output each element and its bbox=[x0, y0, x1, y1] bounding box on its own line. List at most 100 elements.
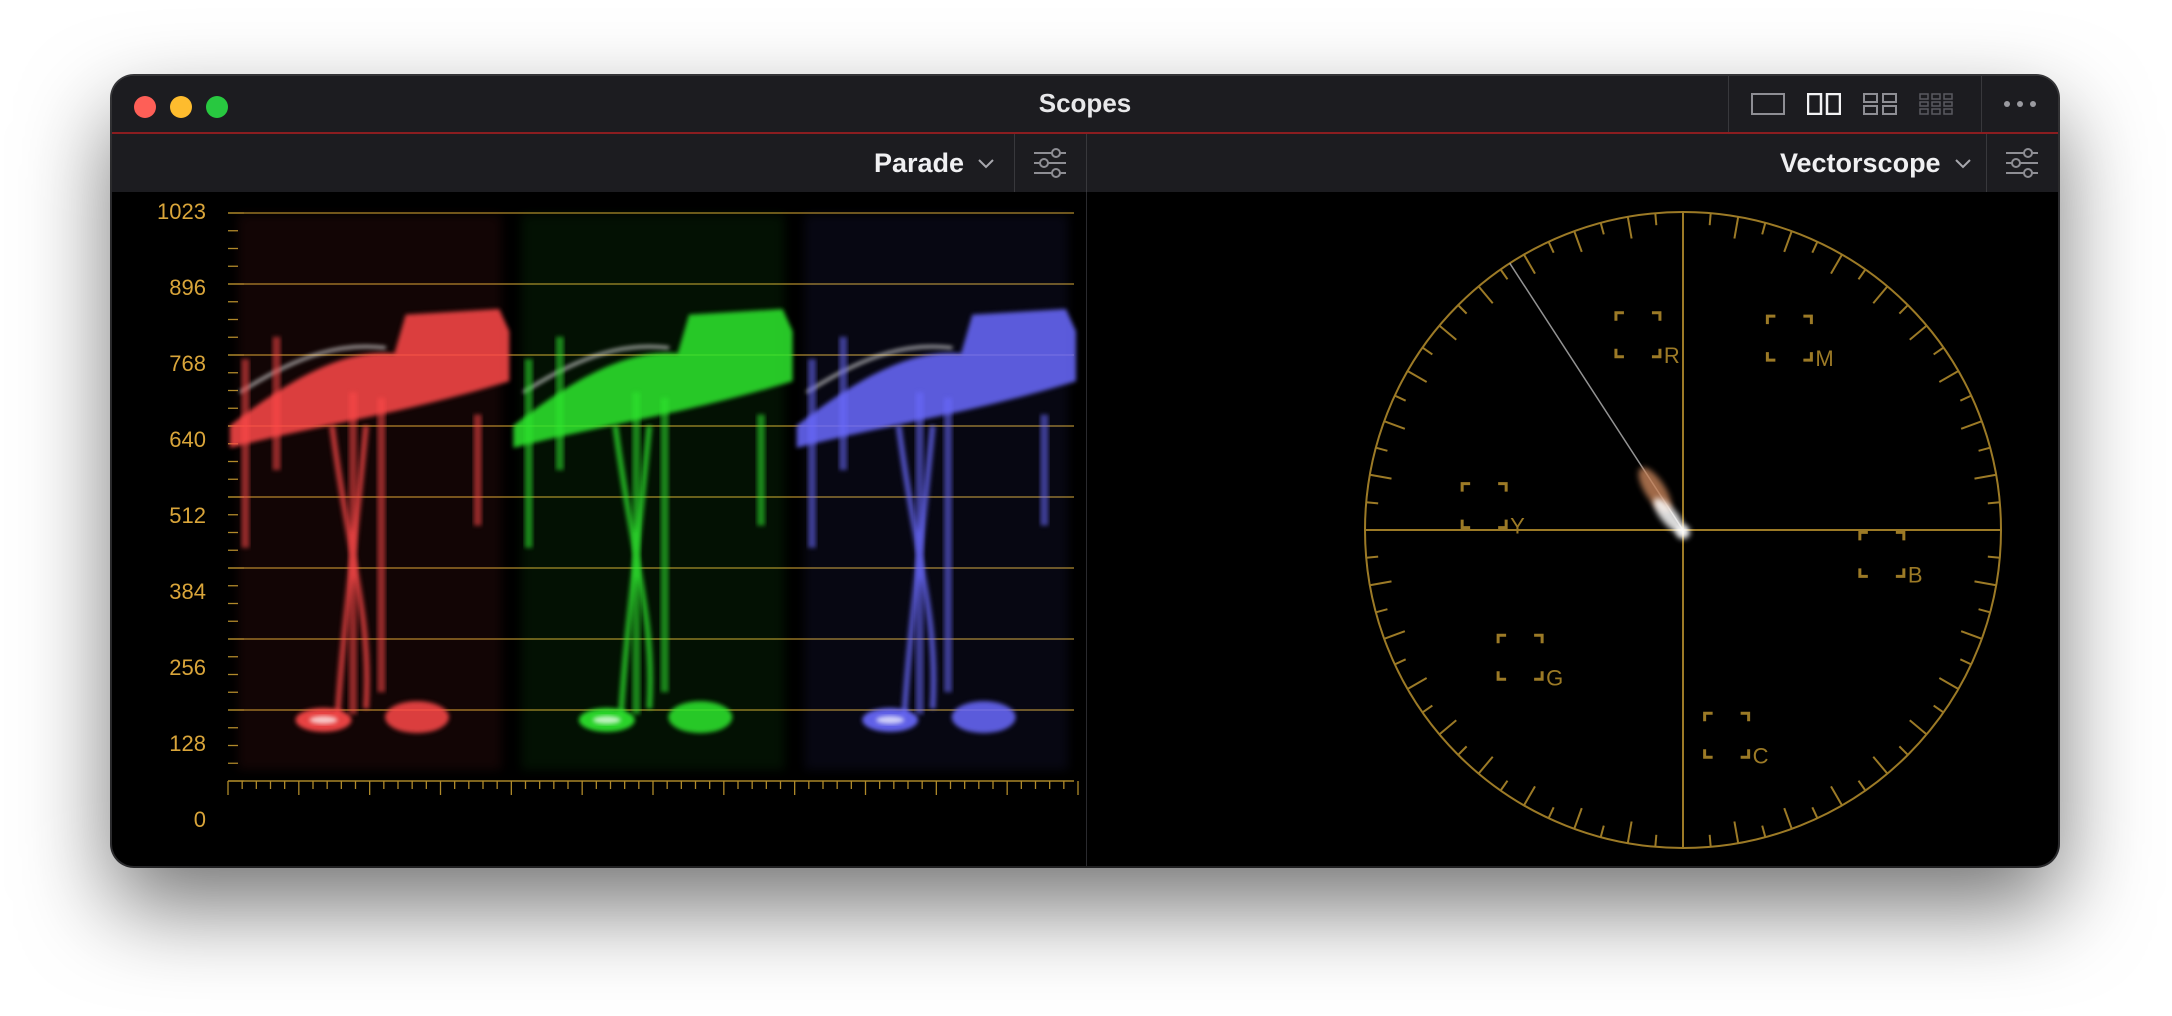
title-bar: Scopes bbox=[112, 76, 2058, 134]
vectorscope: R M Y B G C bbox=[1364, 211, 2002, 849]
vectorscope-tick bbox=[1573, 230, 1583, 253]
left-scope-label: Parade bbox=[874, 148, 965, 178]
vectorscope-tick bbox=[1733, 821, 1740, 844]
vectorscope-tick bbox=[1978, 608, 1991, 614]
vectorscope-target-label: M bbox=[1815, 346, 1833, 371]
left-scope-selector[interactable]: Parade bbox=[874, 148, 994, 179]
y-tick-label: 0 bbox=[193, 807, 206, 832]
scope-header-bar: Parade Vectorscope bbox=[112, 134, 2058, 192]
vectorscope-tick bbox=[1477, 285, 1494, 304]
vectorscope-trace bbox=[1638, 467, 1690, 539]
y-tick-label: 768 bbox=[169, 351, 206, 376]
vectorscope-tick bbox=[1959, 394, 1972, 402]
sliders-icon[interactable] bbox=[2004, 146, 2040, 180]
right-scope-label: Vectorscope bbox=[1780, 148, 1941, 178]
vectorscope-tick bbox=[1654, 834, 1658, 847]
y-tick-label: 896 bbox=[169, 275, 206, 300]
vectorscope-tick bbox=[1599, 825, 1605, 838]
vectorscope-target-r bbox=[1614, 311, 1662, 359]
vectorscope-target-label: B bbox=[1908, 562, 1923, 587]
vectorscope-target-label: R bbox=[1664, 343, 1680, 368]
chevron-down-icon bbox=[1954, 158, 1971, 168]
vectorscope-tick bbox=[1626, 216, 1633, 239]
vectorscope-target-label: G bbox=[1546, 665, 1563, 690]
title-bar-controls bbox=[1728, 76, 2058, 132]
vectorscope-tick bbox=[1909, 719, 1928, 736]
vectorscope-target-m bbox=[1765, 314, 1813, 362]
quad-layout-icon[interactable] bbox=[1863, 93, 1897, 115]
layout-switcher bbox=[1729, 93, 1981, 115]
vectorscope-tick bbox=[1783, 230, 1793, 253]
vectorscope-target-b bbox=[1858, 530, 1906, 578]
vectorscope-tick bbox=[1960, 630, 1983, 640]
more-icon[interactable] bbox=[1982, 101, 2058, 107]
vectorscope-tick bbox=[1960, 420, 1983, 430]
vectorscope-tick bbox=[1523, 785, 1536, 806]
vectorscope-tick bbox=[1978, 446, 1991, 452]
vectorscope-tick bbox=[1457, 745, 1468, 756]
vectorscope-tick bbox=[1369, 473, 1392, 480]
vectorscope-tick bbox=[1626, 821, 1633, 844]
sliders-icon[interactable] bbox=[1032, 146, 1068, 180]
vectorscope-tick bbox=[1547, 806, 1555, 819]
vectorscope-tick bbox=[1857, 780, 1867, 792]
vectorscope-tick bbox=[1369, 580, 1392, 587]
vectorscope-tick bbox=[1438, 719, 1457, 736]
vectorscope-tick bbox=[1457, 304, 1468, 315]
vectorscope-tick bbox=[1898, 304, 1909, 315]
vectorscope-tick bbox=[1987, 501, 2000, 505]
vectorscope-tick bbox=[1654, 213, 1658, 226]
vectorscope-tick bbox=[1394, 658, 1407, 666]
vectorscope-tick bbox=[1383, 420, 1406, 430]
vectorscope-tick bbox=[1938, 677, 1959, 690]
vectorscope-tick bbox=[1872, 285, 1889, 304]
vectorscope-target-label: Y bbox=[1510, 514, 1525, 539]
vectorscope-target-label: C bbox=[1753, 743, 1769, 768]
right-scope-selector[interactable]: Vectorscope bbox=[1780, 148, 1971, 179]
parade-traces bbox=[230, 214, 1076, 770]
vectorscope-target-y bbox=[1460, 482, 1508, 530]
vectorscope-tick bbox=[1708, 213, 1712, 226]
parade-waveform bbox=[227, 212, 1079, 795]
vectorscope-tick bbox=[1407, 677, 1428, 690]
vectorscope-tick bbox=[1523, 254, 1536, 275]
vectorscope-tick bbox=[1761, 825, 1767, 838]
vectorscope-tick bbox=[1421, 346, 1433, 356]
vectorscope-tick bbox=[1811, 241, 1819, 254]
vectorscope-tick bbox=[1499, 780, 1509, 792]
vectorscope-tick bbox=[1383, 630, 1406, 640]
scopes-window: Scopes Parade Vectorscope 1023 896 768 6… bbox=[112, 76, 2058, 866]
chevron-down-icon bbox=[978, 158, 994, 168]
vectorscope-tick bbox=[1394, 394, 1407, 402]
y-tick-label: 640 bbox=[169, 427, 206, 452]
grid-layout-icon[interactable] bbox=[1919, 93, 1953, 115]
vectorscope-tick bbox=[1938, 370, 1959, 383]
vectorscope-tick bbox=[1477, 756, 1494, 775]
vectorscope-tick bbox=[1830, 785, 1843, 806]
vectorscope-tick bbox=[1898, 745, 1909, 756]
vectorscope-targets: R M Y B G C bbox=[1460, 311, 1923, 768]
vectorscope-tick bbox=[1366, 555, 1379, 559]
vectorscope-tick bbox=[1974, 580, 1997, 587]
y-tick-label: 384 bbox=[169, 579, 206, 604]
vectorscope-tick bbox=[1599, 222, 1605, 235]
vectorscope-target-g bbox=[1496, 633, 1544, 681]
single-layout-icon[interactable] bbox=[1751, 93, 1785, 115]
vectorscope-target-c bbox=[1703, 711, 1751, 759]
dual-layout-icon[interactable] bbox=[1807, 93, 1841, 115]
vectorscope-tick bbox=[1573, 807, 1583, 830]
vectorscope-tick bbox=[1959, 658, 1972, 666]
parade-channel-green bbox=[513, 214, 793, 770]
vectorscope-tick bbox=[1375, 608, 1388, 614]
vectorscope-tick bbox=[1407, 370, 1428, 383]
vectorscope-tick bbox=[1811, 806, 1819, 819]
vectorscope-tick bbox=[1987, 555, 2000, 559]
y-tick-label: 256 bbox=[169, 655, 206, 680]
vectorscope-tick bbox=[1872, 756, 1889, 775]
vectorscope-tick bbox=[1830, 254, 1843, 275]
vectorscope-tick bbox=[1761, 222, 1767, 235]
vectorscope-tick bbox=[1974, 473, 1997, 480]
vectorscope-tick bbox=[1375, 446, 1388, 452]
vectorscope-tick bbox=[1499, 268, 1509, 280]
y-tick-label: 128 bbox=[169, 731, 206, 756]
